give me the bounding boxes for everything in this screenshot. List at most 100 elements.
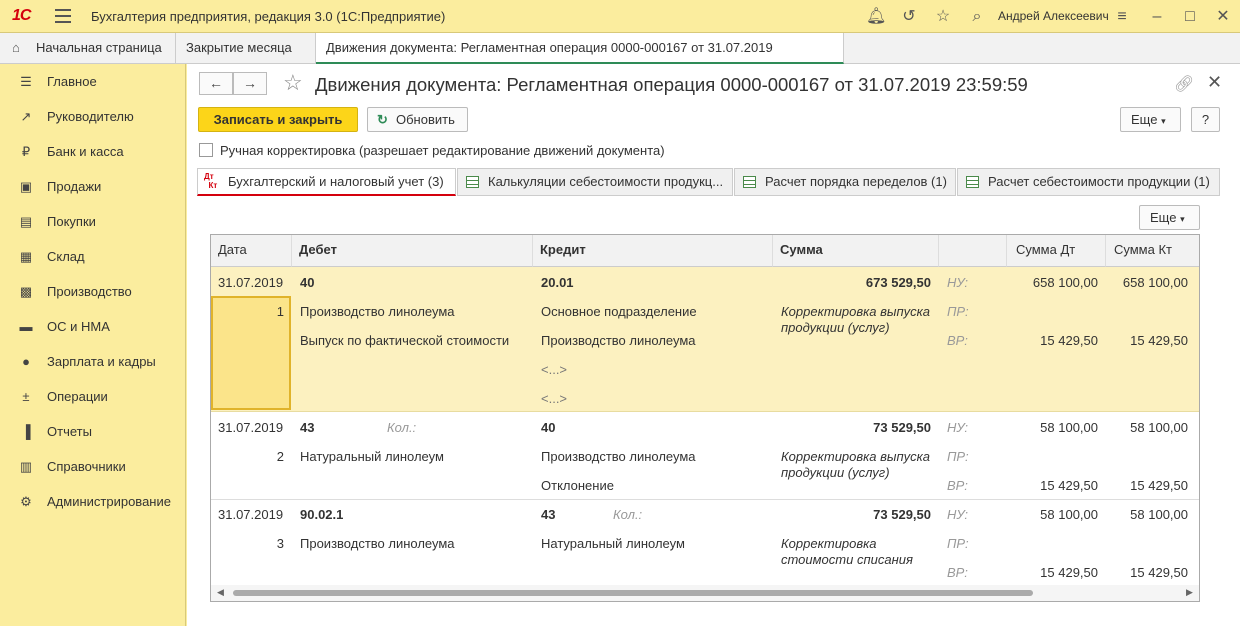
search-icon[interactable]: ⌕ (967, 7, 987, 27)
minimize-icon[interactable]: – (1147, 7, 1167, 27)
tab-stage-order[interactable]: Расчет порядка переделов (1) (734, 168, 956, 196)
sidebar-item[interactable]: ▬ ОС и НМА (0, 309, 186, 344)
sidebar-item[interactable]: ⚙ Администрирование (0, 484, 186, 519)
manual-correction-checkbox[interactable] (199, 143, 213, 157)
sidebar-item[interactable]: ▥ Справочники (0, 449, 186, 484)
cart-icon: ▤ (19, 214, 33, 229)
sidebar-item-label: Руководителю (47, 109, 134, 124)
sidebar-item[interactable]: ▐ Отчеты (0, 414, 186, 449)
row-date: 31.07.2019 (218, 420, 284, 435)
column-header-blank[interactable] (939, 235, 1007, 267)
close-window-icon[interactable]: ✕ (1213, 7, 1233, 27)
dropdown-arrow-icon: ▾ (1161, 116, 1166, 126)
credit-subconto: Отклонение (541, 478, 614, 493)
horizontal-scrollbar[interactable]: ◀ ▶ (211, 585, 1199, 601)
link-icon[interactable]: 🔗︎ (1174, 74, 1194, 94)
pr-label: ПР: (947, 536, 969, 551)
column-header-credit[interactable]: Кредит (533, 235, 773, 267)
sidebar-item[interactable]: ▣ Продажи (0, 169, 186, 204)
nu-label: НУ: (947, 420, 969, 435)
save-close-button[interactable]: Записать и закрыть (198, 107, 358, 132)
more-button[interactable]: Еще ▾ (1120, 107, 1181, 132)
scroll-left-icon[interactable]: ◀ (217, 587, 224, 598)
sidebar-item-label: Отчеты (47, 424, 92, 439)
table-icon (466, 176, 479, 188)
sidebar-item-label: Производство (47, 284, 132, 299)
sidebar-item[interactable]: ± Операции (0, 379, 186, 414)
sidebar-item-label: Продажи (47, 179, 102, 194)
debit-subconto: Производство линолеума (300, 304, 455, 319)
table-icon (966, 176, 979, 188)
vr-dt: 15 429,50 (1040, 565, 1098, 580)
sidebar-item[interactable]: ▦ Склад (0, 239, 186, 274)
settings-menu-icon[interactable]: ≡ (1112, 7, 1132, 27)
tab-accounting-tax[interactable]: Дт Кт Бухгалтерский и налоговый учет (3) (197, 168, 456, 196)
star-icon[interactable]: ☆ (933, 7, 953, 27)
credit-subconto: Производство линолеума (541, 449, 696, 464)
sidebar-item-label: Склад (47, 249, 85, 264)
scroll-thumb[interactable] (233, 590, 1033, 596)
tab-label: Калькуляции себестоимости продукц... (488, 174, 724, 189)
sidebar-item[interactable]: ▩ Производство (0, 274, 186, 309)
column-header-debit[interactable]: Дебет (292, 235, 533, 267)
help-button[interactable]: ? (1191, 107, 1220, 132)
vr-label: ВР: (947, 565, 968, 580)
bell-icon[interactable]: 🔔︎ (866, 7, 886, 27)
refresh-icon: ↻ (377, 112, 388, 127)
form-tabs: Дт Кт Бухгалтерский и налоговый учет (3)… (197, 168, 1220, 196)
column-header-sum-dt[interactable]: Сумма Дт (1007, 235, 1106, 267)
row-number: 3 (276, 536, 284, 551)
nu-kt: 58 100,00 (1130, 507, 1188, 522)
sidebar-item[interactable]: ● Зарплата и кадры (0, 344, 186, 379)
sidebar-item[interactable]: ↗ Руководителю (0, 99, 186, 134)
user-name[interactable]: Андрей Алексеевич (998, 9, 1109, 23)
credit-subconto: <...> (541, 391, 568, 406)
forward-button[interactable]: → (233, 72, 267, 95)
tab-month-closing[interactable]: Закрытие месяца (176, 33, 316, 64)
table-more-button[interactable]: Еще ▾ (1139, 205, 1200, 230)
row-number: 1 (276, 304, 284, 319)
row-content: Корректировка выпуска продукции (услуг) (781, 449, 931, 480)
bar-chart-icon: ▐ (21, 424, 31, 439)
gear-icon: ⚙ (20, 494, 32, 509)
tab-home[interactable]: ⌂ Начальная страница (0, 33, 176, 64)
table-icon (743, 176, 756, 188)
column-header-sum-kt[interactable]: Сумма Кт (1106, 235, 1199, 267)
nu-kt: 658 100,00 (1122, 275, 1188, 290)
tab-label: Бухгалтерский и налоговый учет (3) (228, 174, 444, 189)
more-label: Еще (1131, 112, 1158, 127)
row-content: Корректировка стоимости списания (781, 536, 913, 567)
scroll-right-icon[interactable]: ▶ (1186, 587, 1193, 598)
sidebar-item-label: Главное (47, 74, 97, 89)
refresh-button[interactable]: ↻ Обновить (367, 107, 468, 132)
credit-subconto: Натуральный линолеум (541, 536, 685, 551)
sidebar-item[interactable]: ▤ Покупки (0, 204, 186, 239)
tab-document-movements[interactable]: Движения документа: Регламентная операци… (316, 33, 844, 84)
column-header-sum[interactable]: Сумма (773, 235, 939, 267)
maximize-icon[interactable]: □ (1180, 7, 1200, 27)
nu-dt: 58 100,00 (1040, 420, 1098, 435)
coin-icon: ₽ (21, 144, 31, 159)
main-menu-icon[interactable] (55, 9, 71, 23)
row-divider (211, 499, 1199, 500)
sidebar-item[interactable]: ☰ Главное (0, 64, 186, 99)
credit-account: 20.01 (541, 275, 574, 290)
app-title: Бухгалтерия предприятия, редакция 3.0 (1… (91, 9, 446, 24)
qty-label: Кол.: (613, 507, 643, 522)
tab-production-cost[interactable]: Расчет себестоимости продукции (1) (957, 168, 1220, 196)
row-sum: 73 529,50 (873, 507, 931, 522)
favorite-star-icon[interactable]: ☆ (283, 70, 303, 96)
movements-table[interactable]: Дата Дебет Кредит Сумма Сумма Дт Сумма К… (210, 234, 1200, 602)
row-date: 31.07.2019 (218, 507, 284, 522)
back-button[interactable]: ← (199, 72, 233, 95)
sidebar-item[interactable]: ₽ Банк и касса (0, 134, 186, 169)
history-icon[interactable]: ↺ (899, 7, 919, 27)
column-header-date[interactable]: Дата (211, 235, 292, 267)
sidebar-item-label: Операции (47, 389, 108, 404)
close-icon[interactable]: ✕ (1207, 72, 1222, 93)
tab-cost-calculation[interactable]: Калькуляции себестоимости продукц... (457, 168, 733, 196)
row-content: Корректировка выпуска продукции (услуг) (781, 304, 931, 335)
debit-subconto: Производство линолеума (300, 536, 455, 551)
pr-label: ПР: (947, 449, 969, 464)
home-icon: ⌂ (12, 40, 20, 55)
